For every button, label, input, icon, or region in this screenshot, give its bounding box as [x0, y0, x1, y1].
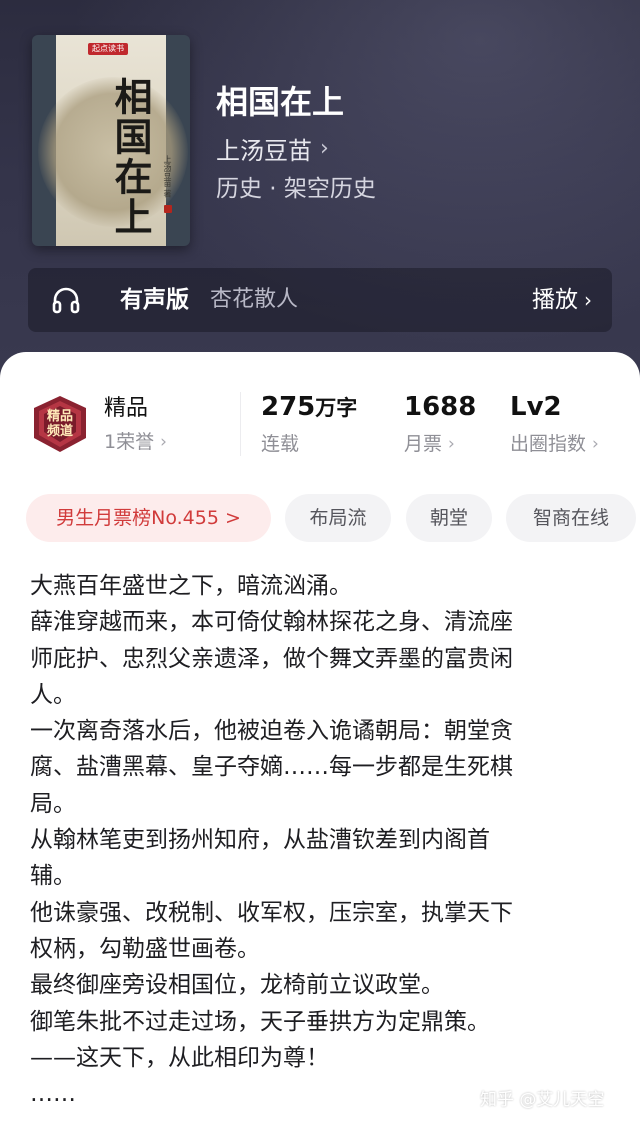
- chevron-right-icon: ›: [160, 432, 167, 452]
- word-count-value: 275: [261, 392, 316, 422]
- level-value: Lv2: [510, 392, 562, 422]
- serial-status: 连载: [261, 433, 300, 455]
- word-count-unit: 万字: [315, 396, 358, 420]
- description-line: 从翰林笔吏到扬州知府，从盐漕钦差到内阁首: [30, 827, 490, 854]
- description-line: 局。: [30, 790, 76, 817]
- book-genre: 历史 · 架空历史: [216, 176, 376, 202]
- quality-label: 精品: [104, 396, 149, 421]
- description-line: 师庇护、忠烈父亲遗泽，做个舞文弄墨的富贵闲: [30, 645, 513, 672]
- book-title: 相国在上: [216, 83, 345, 121]
- quality-badge-icon[interactable]: 精品 频道: [30, 394, 90, 454]
- stats-divider: [240, 392, 241, 456]
- headphones-icon: [52, 287, 80, 314]
- chevron-right-icon: ›: [320, 135, 329, 161]
- description-line: 一次离奇落水后，他被迫卷入诡谲朝局：朝堂贪: [30, 718, 513, 745]
- cover-title-calligraphy: 相国在上: [108, 77, 153, 237]
- book-cover[interactable]: 起点读书 相国在上 上汤豆苗 著: [32, 35, 190, 246]
- ranking-tag[interactable]: 男生月票榜No.455 >: [26, 494, 271, 542]
- play-audiobook-button[interactable]: 播放 ›: [532, 282, 592, 318]
- badge-line2: 频道: [46, 424, 73, 439]
- monthly-tickets-value: 1688: [404, 392, 477, 422]
- monthly-tickets-link[interactable]: 月票 ›: [404, 430, 455, 458]
- cover-seal-icon: [164, 205, 172, 213]
- description-line: 人。: [30, 681, 76, 708]
- description-line: ——这天下，从此相印为尊！: [30, 1044, 329, 1071]
- chevron-right-icon: ›: [584, 288, 592, 312]
- watermark: 知乎 @艾儿天空: [480, 1090, 605, 1110]
- cover-publisher-logo: 起点读书: [88, 43, 128, 55]
- description-line: 大燕百年盛世之下，暗流汹涌。: [30, 573, 352, 599]
- description-line: 御笔朱批不过走过场，天子垂拱方为定鼎策。: [30, 1008, 490, 1035]
- level-label: 出圈指数: [510, 433, 587, 455]
- book-detail-page: 起点读书 相国在上 上汤豆苗 著 相国在上 上汤豆苗 › 历史 · 架空历史 有…: [0, 0, 640, 1140]
- author-name: 上汤豆苗: [216, 136, 312, 165]
- level-link[interactable]: 出圈指数 ›: [510, 430, 599, 458]
- description-line: 腐、盐漕黑幕、皇子夺嫡……每一步都是生死棋: [30, 754, 513, 781]
- word-count: 275万字: [261, 390, 357, 425]
- book-description: 大燕百年盛世之下，暗流汹涌。 薛淮穿越而来，本可倚仗翰林探花之身、清流座 师庇护…: [30, 568, 604, 1112]
- tag-chip[interactable]: 智商在线: [506, 494, 636, 542]
- description-line: 薛淮穿越而来，本可倚仗翰林探花之身、清流座: [30, 609, 513, 636]
- badge-line1: 精品: [46, 409, 73, 424]
- tag-list: 男生月票榜No.455 > 布局流 朝堂 智商在线: [26, 494, 640, 542]
- audiobook-narrator: 杏花散人: [210, 287, 299, 312]
- description-line: 他诛豪强、改税制、收军权，压宗室，执掌天下: [30, 899, 513, 926]
- chevron-right-icon: ›: [592, 434, 599, 454]
- tag-chip[interactable]: 布局流: [285, 494, 391, 542]
- book-info-card: 精品 频道 精品 1荣誉 › 275万字 连载 1688 月票 › Lv2 出圈…: [0, 352, 640, 1140]
- play-label: 播放: [532, 287, 578, 313]
- cover-author: 上汤豆苗 著: [163, 155, 172, 198]
- author-link[interactable]: 上汤豆苗 ›: [216, 130, 329, 166]
- description-line: 辅。: [30, 863, 76, 890]
- description-line: 权柄，勾勒盛世画卷。: [30, 935, 260, 962]
- tag-chip[interactable]: 朝堂: [406, 494, 492, 542]
- description-line: 最终御座旁设相国位，龙椅前立议政堂。: [30, 972, 444, 999]
- audiobook-label: 有声版: [120, 287, 189, 313]
- audiobook-bar[interactable]: 有声版 杏花散人 播放 ›: [28, 268, 612, 332]
- chevron-right-icon: ›: [448, 434, 455, 454]
- honor-count: 1荣誉: [104, 431, 155, 453]
- monthly-tickets-label: 月票: [404, 433, 443, 455]
- badge-text: 精品 频道: [30, 394, 90, 454]
- book-header: 起点读书 相国在上 上汤豆苗 著 相国在上 上汤豆苗 › 历史 · 架空历史 有…: [0, 0, 640, 400]
- honor-link[interactable]: 1荣誉 ›: [104, 428, 167, 456]
